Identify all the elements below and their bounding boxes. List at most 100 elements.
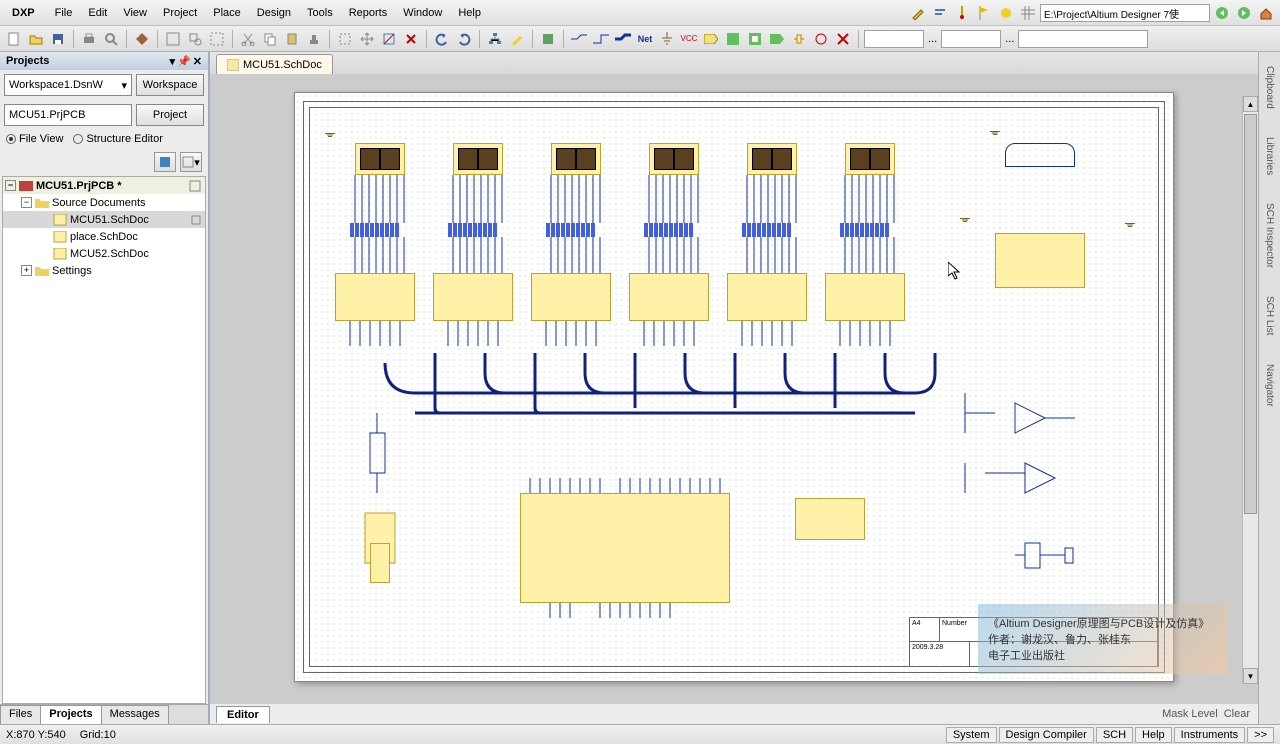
vcc-icon[interactable]: VCC — [679, 29, 699, 49]
no-erc-icon[interactable] — [833, 29, 853, 49]
tool-flag-icon[interactable] — [974, 4, 994, 22]
tree-settings[interactable]: + Settings — [3, 262, 205, 279]
port-icon[interactable] — [701, 29, 721, 49]
project-tree[interactable]: − MCU51.PrjPCB * − Source Documents MCU5… — [2, 176, 206, 704]
nav-home-icon[interactable] — [1256, 4, 1276, 22]
clear-icon[interactable] — [401, 29, 421, 49]
select-icon[interactable] — [335, 29, 355, 49]
tree-source-docs[interactable]: − Source Documents — [3, 194, 205, 211]
bus-icon[interactable] — [613, 29, 633, 49]
file-view-radio[interactable]: File View — [6, 133, 63, 145]
editor-tab[interactable]: Editor — [216, 706, 270, 723]
filter-drop1[interactable] — [864, 30, 924, 48]
status-compiler[interactable]: Design Compiler — [999, 727, 1094, 743]
vtab-libraries[interactable]: Libraries — [1262, 133, 1277, 179]
project-button[interactable]: Project — [136, 104, 204, 126]
deselect-icon[interactable] — [379, 29, 399, 49]
nav-back-icon[interactable] — [1212, 4, 1232, 22]
menu-bar: DXP File Edit View Project Place Design … — [0, 0, 1280, 26]
wire-mode2-icon[interactable] — [591, 29, 611, 49]
gnd-icon[interactable] — [657, 29, 677, 49]
menu-place[interactable]: Place — [205, 4, 249, 22]
paste-icon[interactable] — [282, 29, 302, 49]
browse-icon[interactable] — [538, 29, 558, 49]
panel-dropdown-icon[interactable]: ▾ — [170, 55, 176, 68]
panel-tool2-icon[interactable]: ▾ — [180, 152, 202, 172]
path-field[interactable]: E:\Project\Altium Designer 7使 — [1040, 4, 1210, 22]
compile-icon[interactable] — [132, 29, 152, 49]
zoom-sel-icon[interactable] — [207, 29, 227, 49]
tool-pencil-icon[interactable] — [908, 4, 928, 22]
sheet1-icon[interactable] — [723, 29, 743, 49]
probe-icon[interactable] — [811, 29, 831, 49]
clear-button[interactable]: Clear — [1224, 708, 1250, 720]
tool-star-icon[interactable] — [996, 4, 1016, 22]
status-system[interactable]: System — [946, 727, 997, 743]
analog-section — [955, 373, 1105, 513]
save-icon[interactable] — [48, 29, 68, 49]
print-icon[interactable] — [79, 29, 99, 49]
vertical-scrollbar[interactable]: ▲ ▼ — [1242, 96, 1258, 684]
redo-icon[interactable] — [454, 29, 474, 49]
standard-toolbar: Net VCC ... ... — [0, 26, 1280, 52]
open-icon[interactable] — [26, 29, 46, 49]
menu-design[interactable]: Design — [249, 4, 299, 22]
wire-mode1-icon[interactable] — [569, 29, 589, 49]
tree-doc-mcu51[interactable]: MCU51.SchDoc — [3, 211, 205, 228]
menu-window[interactable]: Window — [395, 4, 450, 22]
menu-project[interactable]: Project — [155, 4, 205, 22]
dxp-menu[interactable]: DXP — [4, 4, 43, 22]
panel-pin-icon[interactable]: 📌 — [177, 55, 191, 68]
tool-align-icon[interactable] — [930, 4, 950, 22]
menu-file[interactable]: File — [47, 4, 81, 22]
copy-icon[interactable] — [260, 29, 280, 49]
tab-projects[interactable]: Projects — [40, 705, 101, 724]
sheet-entry-icon[interactable] — [767, 29, 787, 49]
move-icon[interactable] — [357, 29, 377, 49]
new-icon[interactable] — [4, 29, 24, 49]
workspace-combo[interactable]: Workspace1.DsnW▾ — [4, 74, 132, 96]
cut-icon[interactable] — [238, 29, 258, 49]
tab-messages[interactable]: Messages — [101, 705, 169, 724]
zoom-area-icon[interactable] — [185, 29, 205, 49]
zoom-fit-icon[interactable] — [163, 29, 183, 49]
hierarchy-icon[interactable] — [485, 29, 505, 49]
menu-edit[interactable]: Edit — [80, 4, 115, 22]
undo-icon[interactable] — [432, 29, 452, 49]
menu-reports[interactable]: Reports — [341, 4, 396, 22]
preview-icon[interactable] — [101, 29, 121, 49]
part-icon[interactable] — [789, 29, 809, 49]
filter-drop3[interactable] — [1018, 30, 1148, 48]
mask-level-button[interactable]: Mask Level — [1162, 708, 1218, 720]
status-instruments[interactable]: Instruments — [1174, 727, 1245, 743]
structure-editor-radio[interactable]: Structure Editor — [73, 133, 162, 145]
project-field[interactable]: MCU51.PrjPCB — [4, 104, 132, 126]
sheet2-icon[interactable] — [745, 29, 765, 49]
menu-view[interactable]: View — [115, 4, 155, 22]
nav-fwd-icon[interactable] — [1234, 4, 1254, 22]
stamp-icon[interactable] — [304, 29, 324, 49]
tool-pin-icon[interactable] — [952, 4, 972, 22]
tree-doc-place[interactable]: place.SchDoc — [3, 228, 205, 245]
projects-panel: Projects ▾ 📌 ✕ Workspace1.DsnW▾ Workspac… — [0, 52, 210, 724]
workspace-button[interactable]: Workspace — [136, 74, 204, 96]
vtab-schlist[interactable]: SCH List — [1262, 292, 1277, 339]
vtab-inspector[interactable]: SCH Inspector — [1262, 199, 1277, 272]
tree-project-root[interactable]: − MCU51.PrjPCB * — [3, 177, 205, 194]
status-help[interactable]: Help — [1135, 727, 1172, 743]
highlight-pen-icon[interactable] — [507, 29, 527, 49]
menu-help[interactable]: Help — [450, 4, 489, 22]
doc-tab-mcu51[interactable]: MCU51.SchDoc — [216, 54, 333, 74]
vtab-clipboard[interactable]: Clipboard — [1262, 62, 1277, 113]
status-more[interactable]: >> — [1247, 727, 1274, 743]
panel-close-icon[interactable]: ✕ — [193, 55, 202, 68]
tab-files[interactable]: Files — [0, 705, 41, 724]
tool-grid-icon[interactable] — [1018, 4, 1038, 22]
vtab-navigator[interactable]: Navigator — [1262, 360, 1277, 411]
menu-tools[interactable]: Tools — [299, 4, 341, 22]
filter-drop2[interactable] — [941, 30, 1001, 48]
netlabel-icon[interactable]: Net — [635, 29, 655, 49]
panel-tool1-icon[interactable] — [154, 152, 176, 172]
status-sch[interactable]: SCH — [1096, 727, 1133, 743]
tree-doc-mcu52[interactable]: MCU52.SchDoc — [3, 245, 205, 262]
